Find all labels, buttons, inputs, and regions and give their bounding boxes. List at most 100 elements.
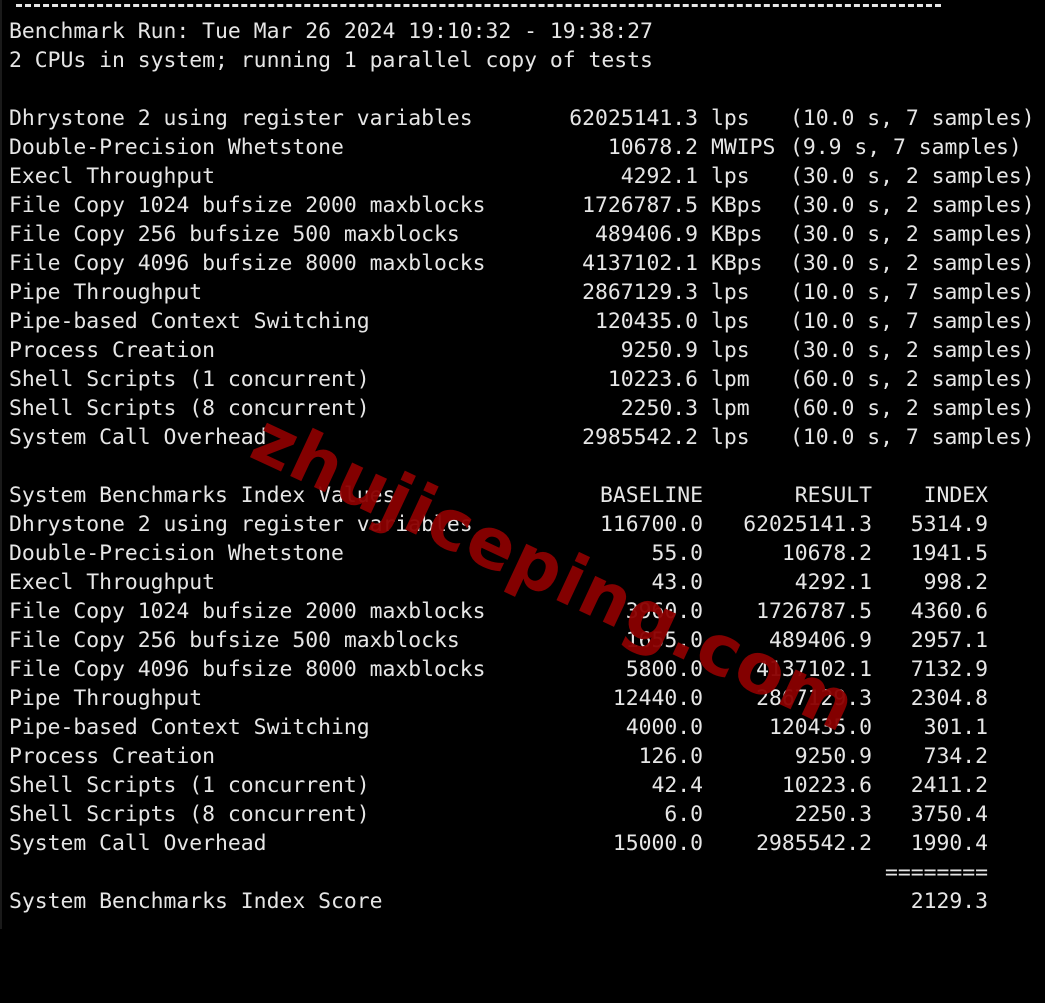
test-unit: lpm [711, 367, 750, 392]
index-test-name: Double-Precision Whetstone [9, 541, 344, 566]
index-table-row: Shell Scripts (1 concurrent) 42.4 10223.6 2… [9, 771, 1009, 800]
index-value: 2957.1 [910, 628, 988, 653]
index-value: 998.2 [923, 570, 988, 595]
index-table-row: File Copy 1024 bufsize 2000 maxblocks 396… [9, 597, 1009, 626]
index-separator-line: ======== [9, 858, 1009, 887]
index-test-name: Shell Scripts (1 concurrent) [9, 773, 370, 798]
index-test-name: Pipe Throughput [9, 686, 203, 711]
test-detail: (10.0 s, 7 samples) [790, 280, 1035, 305]
index-result: 2985542.2 [756, 831, 872, 856]
raw-result-row: Pipe-based Context Switching 120435.0 lps (… [9, 307, 1045, 336]
test-name: Pipe-based Context Switching [9, 309, 370, 334]
index-result: 489406.9 [768, 628, 872, 653]
test-detail: (30.0 s, 2 samples) [790, 338, 1035, 363]
raw-result-row: Process Creation 9250.9 lps (30.0 s, 2 samp… [9, 336, 1045, 365]
raw-result-row: Dhrystone 2 using register variables 6202… [9, 104, 1045, 133]
index-score-label: System Benchmarks Index Score [9, 889, 383, 914]
index-baseline: 3960.0 [625, 599, 703, 624]
test-unit: lps [711, 425, 750, 450]
test-detail: (10.0 s, 7 samples) [790, 425, 1035, 450]
test-value: 2867129.3 [582, 280, 698, 305]
test-value: 9250.9 [620, 338, 698, 363]
index-table-title: System Benchmarks Index Values [9, 483, 396, 508]
index-table-row: Shell Scripts (8 concurrent) 6.0 2250.3 375… [9, 800, 1009, 829]
index-table-row: Process Creation 126.0 9250.9 734.2 [9, 742, 1009, 771]
index-test-name: Execl Throughput [9, 570, 216, 595]
test-detail: (10.0 s, 7 samples) [790, 309, 1035, 334]
test-unit: lps [711, 106, 750, 131]
test-name: File Copy 256 bufsize 500 maxblocks [9, 222, 460, 247]
test-unit: KBps [711, 193, 763, 218]
test-value: 120435.0 [594, 309, 698, 334]
index-value: 734.2 [923, 744, 988, 769]
index-test-name: System Call Overhead [9, 831, 267, 856]
index-baseline: 43.0 [651, 570, 703, 595]
index-result: 2867129.3 [756, 686, 872, 711]
index-value: 1941.5 [910, 541, 988, 566]
index-result: 10223.6 [781, 773, 872, 798]
index-result: 4137102.1 [756, 657, 872, 682]
cpu-info-line: 2 CPUs in system; running 1 parallel cop… [9, 48, 653, 73]
index-value: 301.1 [923, 715, 988, 740]
dashed-divider [16, 4, 941, 7]
test-unit: lps [711, 164, 750, 189]
test-detail: (30.0 s, 2 samples) [790, 164, 1035, 189]
index-test-name: Dhrystone 2 using register variables [9, 512, 473, 537]
index-baseline: 126.0 [638, 744, 703, 769]
index-table-row: File Copy 4096 bufsize 8000 maxblocks 580… [9, 655, 1009, 684]
test-unit: KBps [711, 251, 763, 276]
raw-result-row: Shell Scripts (8 concurrent) 2250.3 lpm (60… [9, 394, 1045, 423]
benchmark-run-line: Benchmark Run: Tue Mar 26 2024 19:10:32 … [9, 19, 653, 44]
index-result: 4292.1 [794, 570, 872, 595]
test-detail: (60.0 s, 2 samples) [790, 396, 1035, 421]
raw-result-row: Pipe Throughput 2867129.3 lps (10.0 s, 7 sa… [9, 278, 1045, 307]
test-name: Shell Scripts (8 concurrent) [9, 396, 370, 421]
index-table-row: System Call Overhead 15000.0 2985542.2 1990… [9, 829, 1009, 858]
raw-result-row: File Copy 1024 bufsize 2000 maxblocks 172… [9, 191, 1045, 220]
test-name: Execl Throughput [9, 164, 216, 189]
index-table-row: Pipe-based Context Switching 4000.0 120435… [9, 713, 1009, 742]
test-value: 2250.3 [620, 396, 698, 421]
terminal-window: Benchmark Run: Tue Mar 26 2024 19:10:32 … [0, 0, 1045, 929]
test-unit: KBps [711, 222, 763, 247]
index-test-name: File Copy 4096 bufsize 8000 maxblocks [9, 657, 486, 682]
index-baseline: 42.4 [651, 773, 703, 798]
index-test-name: Process Creation [9, 744, 216, 769]
test-detail: (10.0 s, 7 samples) [790, 106, 1035, 131]
test-name: File Copy 4096 bufsize 8000 maxblocks [9, 251, 486, 276]
index-baseline: 116700.0 [599, 512, 703, 537]
index-value: 7132.9 [910, 657, 988, 682]
test-value: 62025141.3 [569, 106, 698, 131]
test-name: Shell Scripts (1 concurrent) [9, 367, 370, 392]
index-baseline: 5800.0 [625, 657, 703, 682]
header-index: INDEX [923, 483, 988, 508]
index-value: 1990.4 [910, 831, 988, 856]
index-score-value: 2129.3 [910, 889, 988, 914]
index-table-row: Double-Precision Whetstone 55.0 10678.2 194… [9, 539, 1009, 568]
index-value: 4360.6 [910, 599, 988, 624]
test-name: Dhrystone 2 using register variables [9, 106, 473, 131]
index-result: 2250.3 [794, 802, 872, 827]
raw-result-row: File Copy 4096 bufsize 8000 maxblocks 413… [9, 249, 1045, 278]
index-score-line: System Benchmarks Index Score 2129.3 [9, 887, 1009, 916]
test-unit: MWIPS [711, 135, 776, 160]
index-baseline: 6.0 [664, 802, 703, 827]
index-value: 3750.4 [910, 802, 988, 827]
test-value: 1726787.5 [582, 193, 698, 218]
index-test-name: Pipe-based Context Switching [9, 715, 370, 740]
test-name: System Call Overhead [9, 425, 267, 450]
test-unit: lps [711, 309, 750, 334]
index-test-name: Shell Scripts (8 concurrent) [9, 802, 370, 827]
raw-result-row: Shell Scripts (1 concurrent) 10223.6 lpm (6… [9, 365, 1045, 394]
raw-result-row: Double-Precision Whetstone 10678.2 MWIPS (9… [9, 133, 1045, 162]
test-detail: (60.0 s, 2 samples) [790, 367, 1035, 392]
header-result: RESULT [794, 483, 872, 508]
raw-result-row: Execl Throughput 4292.1 lps (30.0 s, 2 samp… [9, 162, 1045, 191]
raw-result-row: File Copy 256 bufsize 500 maxblocks 48940… [9, 220, 1045, 249]
index-table-header: System Benchmarks Index Values BASELINE … [9, 481, 1009, 510]
test-detail: (30.0 s, 2 samples) [790, 222, 1035, 247]
index-baseline: 4000.0 [625, 715, 703, 740]
test-value: 4137102.1 [582, 251, 698, 276]
index-baseline: 15000.0 [612, 831, 703, 856]
index-test-name: File Copy 1024 bufsize 2000 maxblocks [9, 599, 486, 624]
